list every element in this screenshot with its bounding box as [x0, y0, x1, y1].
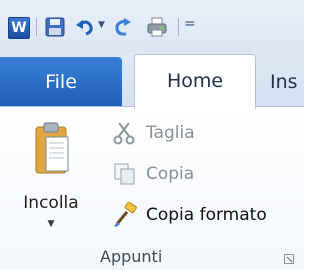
scissors-icon [113, 122, 135, 145]
tab-insert[interactable]: Ins [270, 57, 298, 107]
copy-icon [114, 163, 135, 185]
format-painter-label: Copia formato [146, 205, 267, 225]
toolbar-separator [36, 18, 37, 36]
ribbon-home-panel: Incolla ▼ Taglia Copia Copia formato App… [0, 106, 304, 270]
format-painter-button[interactable]: Copia formato [112, 201, 267, 229]
undo-dropdown-icon[interactable]: ▼ [98, 20, 105, 30]
customize-toolbar-icon[interactable]: = [184, 16, 196, 32]
copy-button[interactable]: Copia [112, 160, 194, 188]
cut-button[interactable]: Taglia [112, 119, 195, 147]
tab-file[interactable]: File [0, 57, 122, 107]
paste-icon [35, 122, 69, 174]
format-painter-icon [114, 202, 137, 227]
cut-label: Taglia [146, 123, 195, 143]
undo-icon[interactable] [74, 16, 96, 38]
ribbon-tab-bar: File Home Ins [0, 52, 304, 109]
paste-button[interactable]: Incolla ▼ [10, 115, 92, 243]
print-preview-icon[interactable] [146, 16, 168, 38]
tab-home[interactable]: Home [134, 54, 256, 109]
paste-dropdown-icon[interactable]: ▼ [46, 219, 56, 229]
dialog-launcher-icon[interactable] [284, 254, 294, 264]
quick-access-toolbar: W ▼ = [0, 0, 304, 52]
save-icon[interactable] [44, 16, 66, 38]
toolbar-separator [178, 18, 179, 36]
paste-label: Incolla [23, 193, 79, 213]
word-app-icon[interactable]: W [8, 17, 30, 39]
redo-icon[interactable] [112, 16, 134, 38]
copy-label: Copia [146, 164, 195, 184]
